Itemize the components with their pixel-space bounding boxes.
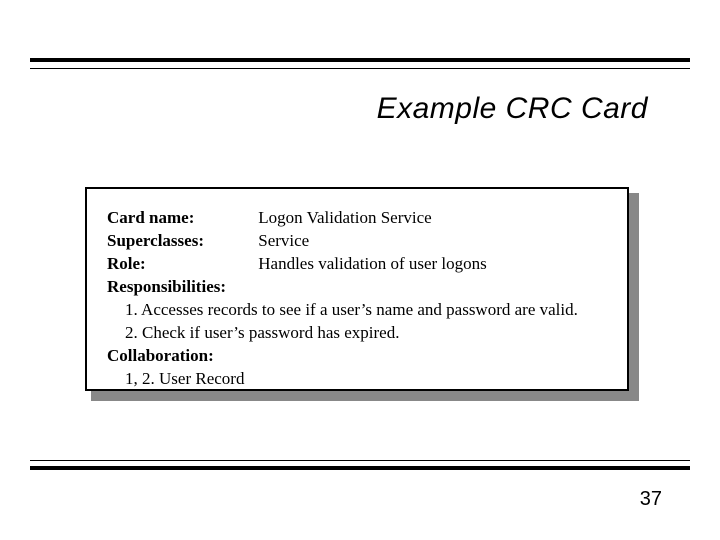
collaboration-header: Collaboration: — [107, 345, 607, 368]
collaboration-1: 1, 2. User Record — [107, 368, 607, 391]
slide: Example CRC Card Card name: Logon Valida… — [0, 0, 720, 540]
crc-card: Card name: Logon Validation Service Supe… — [85, 187, 629, 391]
responsibilities-header: Responsibilities: — [107, 276, 607, 299]
page-number: 37 — [640, 488, 662, 511]
role-label: Role: — [107, 253, 254, 276]
bottom-rule-thick — [30, 466, 690, 470]
card-name-row: Card name: Logon Validation Service — [107, 207, 607, 230]
superclasses-label: Superclasses: — [107, 230, 254, 253]
role-row: Role: Handles validation of user logons — [107, 253, 607, 276]
collaboration-label: Collaboration: — [107, 346, 214, 365]
role-value: Handles validation of user logons — [258, 254, 487, 273]
top-rule-thin — [30, 68, 690, 69]
responsibility-1: 1. Accesses records to see if a user’s n… — [107, 299, 607, 322]
slide-title: Example CRC Card — [300, 92, 648, 126]
card-name-value: Logon Validation Service — [258, 208, 431, 227]
top-rule-thick — [30, 58, 690, 62]
superclasses-value: Service — [258, 231, 309, 250]
bottom-rule-thin — [30, 460, 690, 461]
responsibilities-label: Responsibilities: — [107, 277, 226, 296]
card-name-label: Card name: — [107, 207, 254, 230]
superclasses-row: Superclasses: Service — [107, 230, 607, 253]
responsibility-2: 2. Check if user’s password has expired. — [107, 322, 607, 345]
